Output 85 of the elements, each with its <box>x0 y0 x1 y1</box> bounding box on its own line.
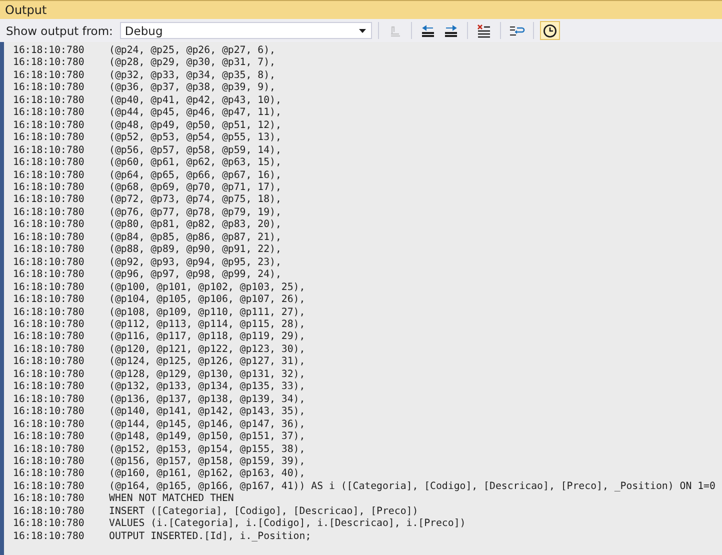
output-line: (@p80, @p81, @p82, @p83, 20), <box>109 219 282 232</box>
output-line: (@p52, @p53, @p54, @p55, 13), <box>109 132 282 145</box>
timestamp: 16:18:10:780 <box>13 82 86 95</box>
output-line: (@p136, @p137, @p138, @p139, 34), <box>109 394 306 406</box>
output-line: VALUES (i.[Categoria], i.[Codigo], i.[Descricao], i.[Preco]) <box>109 518 466 531</box>
timestamp: 16:18:10:780 <box>13 194 86 207</box>
output-line: (@p40, @p41, @p42, @p43, 10), <box>109 94 282 108</box>
output-line: (@p120, @p121, @p122, @p123, 30), <box>109 344 306 356</box>
timestamp: 16:18:10:780 <box>13 244 86 257</box>
output-line: (@p124, @p125, @p126, @p127, 31), <box>109 356 306 369</box>
output-line: (@p132, @p133, @p134, @p135, 33), <box>109 381 306 394</box>
timestamp: 16:18:10:780 <box>13 157 86 170</box>
output-line: (@p108, @p109, @p110, @p111, 27), <box>109 306 306 319</box>
output-line: WHEN NOT MATCHED THEN <box>109 493 234 506</box>
output-line: (@p84, @p85, @p86, @p87, 21), <box>109 232 282 244</box>
output-line: (@p60, @p61, @p62, @p63, 15), <box>109 157 282 170</box>
output-line: (@p144, @p145, @p146, @p147, 36), <box>109 418 306 432</box>
timestamp: 16:18:10:780 <box>13 431 86 444</box>
timestamp: 16:18:10:780 <box>13 506 86 518</box>
timestamp: 16:18:10:780 <box>13 269 86 282</box>
timestamp: 16:18:10:780 <box>13 468 86 481</box>
caret-icon <box>358 28 366 32</box>
output-line: (@p88, @p89, @p90, @p91, 22), <box>109 244 282 257</box>
timestamp: 16:18:10:780 <box>13 206 86 220</box>
panel-title: Output <box>5 3 47 17</box>
output-line: (@p32, @p33, @p34, @p35, 8), <box>109 70 276 82</box>
timestamp: 16:18:10:780 <box>13 394 86 406</box>
timestamp: 16:18:10:780 <box>13 344 86 356</box>
output-line: (@p24, @p25, @p26, @p27, 6), <box>109 45 276 58</box>
output-line: (@p28, @p29, @p30, @p31, 7), <box>109 57 276 70</box>
timestamp: 16:18:10:780 <box>13 368 86 382</box>
timestamp: 16:18:10:780 <box>13 406 86 419</box>
timestamp: 16:18:10:780 <box>13 232 86 244</box>
output-line: (@p128, @p129, @p130, @p131, 32), <box>109 368 306 382</box>
output-line: (@p96, @p97, @p98, @p99, 24), <box>109 269 282 282</box>
output-line: (@p64, @p65, @p66, @p67, 16), <box>109 170 282 182</box>
timestamp: 16:18:10:780 <box>13 418 86 432</box>
output-line: (@p68, @p69, @p70, @p71, 17), <box>109 182 282 194</box>
output-line: (@p44, @p45, @p46, @p47, 11), <box>109 107 282 120</box>
output-line: (@p48, @p49, @p50, @p51, 12), <box>109 120 282 132</box>
output-line: (@p112, @p113, @p114, @p115, 28), <box>109 318 306 332</box>
timestamp: 16:18:10:780 <box>13 294 86 307</box>
output-line: (@p100, @p101, @p102, @p103, 25), <box>109 282 306 294</box>
timestamp: 16:18:10:780 <box>13 493 86 506</box>
output-line: (@p116, @p117, @p118, @p119, 29), <box>109 331 306 344</box>
timestamp: 16:18:10:780 <box>13 57 86 70</box>
timestamp: 16:18:10:780 <box>13 120 86 132</box>
timestamp: 16:18:10:780 <box>13 144 86 158</box>
clock-icon[interactable] <box>540 21 560 40</box>
timestamp: 16:18:10:780 <box>13 331 86 344</box>
timestamp: 16:18:10:780 <box>13 70 86 82</box>
timestamp: 16:18:10:780 <box>13 318 86 332</box>
output-line: (@p92, @p93, @p94, @p95, 23), <box>109 256 282 270</box>
output-source-dropdown[interactable]: Debug <box>120 22 372 39</box>
timestamp: 16:18:10:780 <box>13 444 86 456</box>
output-line: (@p140, @p141, @p142, @p143, 35), <box>109 406 306 419</box>
output-line: INSERT ([Categoria], [Codigo], [Descricao], [Preco]) <box>109 506 418 518</box>
timestamp: 16:18:10:780 <box>13 219 86 232</box>
output-source-label: Show output from: <box>6 24 113 38</box>
output-line: (@p56, @p57, @p58, @p59, 14), <box>109 144 282 158</box>
timestamp: 16:18:10:780 <box>13 256 86 270</box>
timestamp: 16:18:10:780 <box>13 94 86 108</box>
output-line: (@p160, @p161, @p162, @p163, 40), <box>109 468 306 481</box>
timestamp: 16:18:10:780 <box>13 530 86 544</box>
timestamp: 16:18:10:780 <box>13 381 86 394</box>
timestamp: 16:18:10:780 <box>13 480 86 494</box>
output-line: OUTPUT INSERTED.[Id], i._Position; <box>109 530 312 544</box>
timestamp: 16:18:10:780 <box>13 170 86 182</box>
timestamp: 16:18:10:780 <box>13 182 86 194</box>
timestamp: 16:18:10:780 <box>13 456 86 468</box>
timestamp: 16:18:10:780 <box>13 132 86 145</box>
timestamp: 16:18:10:780 <box>13 282 86 294</box>
output-line: (@p164, @p165, @p166, @p167, 41)) AS i ([Categoria], [Codigo], [Descricao], [Preco], _Position) ON 1=0 <box>109 480 716 494</box>
output-line: (@p76, @p77, @p78, @p79, 19), <box>109 206 282 220</box>
output-line: (@p156, @p157, @p158, @p159, 39), <box>109 456 306 468</box>
timestamp: 16:18:10:780 <box>13 518 86 531</box>
output-line: (@p152, @p153, @p154, @p155, 38), <box>109 444 306 456</box>
timestamp: 16:18:10:780 <box>13 45 86 58</box>
timestamp: 16:18:10:780 <box>13 356 86 369</box>
timestamp: 16:18:10:780 <box>13 107 86 120</box>
output-line: (@p36, @p37, @p38, @p39, 9), <box>109 82 276 95</box>
output-line: (@p148, @p149, @p150, @p151, 37), <box>109 431 306 444</box>
output-line: (@p72, @p73, @p74, @p75, 18), <box>109 194 282 207</box>
output-line: (@p104, @p105, @p106, @p107, 26), <box>109 294 306 307</box>
timestamp: 16:18:10:780 <box>13 306 86 319</box>
